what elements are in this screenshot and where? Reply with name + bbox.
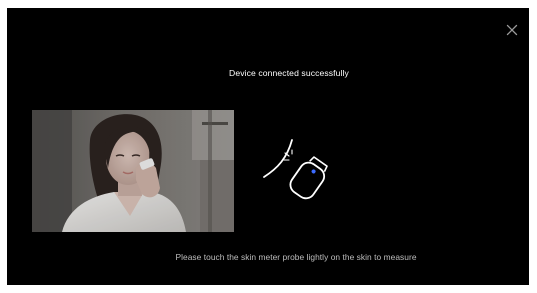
demo-photo xyxy=(32,110,234,232)
close-icon xyxy=(506,24,518,36)
woman-using-probe-image xyxy=(32,110,234,232)
close-button[interactable] xyxy=(503,21,521,39)
dialog-title: Device connected successfully xyxy=(229,68,349,78)
skin-meter-probe-icon xyxy=(263,139,328,200)
measure-instruction: Please touch the skin meter probe lightl… xyxy=(175,252,417,262)
connection-dialog: Device connected successfully Please tou… xyxy=(7,8,529,285)
skin-meter-probe-illustration xyxy=(254,126,334,206)
